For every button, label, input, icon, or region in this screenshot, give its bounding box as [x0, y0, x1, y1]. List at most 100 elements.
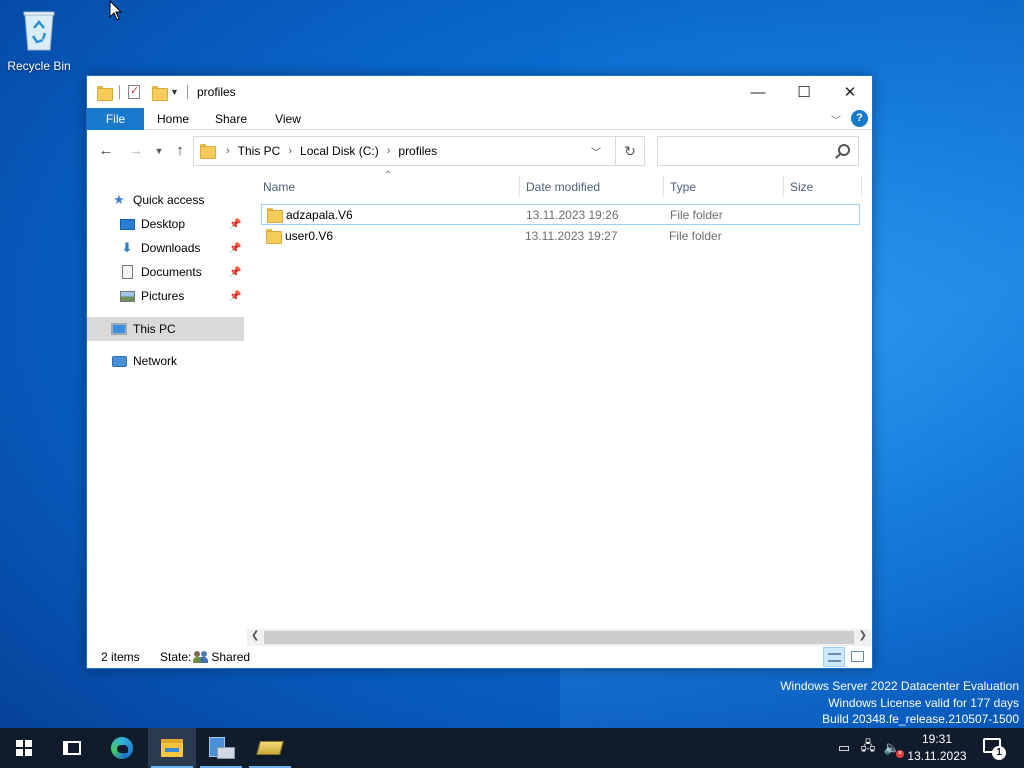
tab-share[interactable]: Share [213, 108, 249, 130]
sidebar-item-downloads[interactable]: ⬇ Downloads 📌 [119, 236, 244, 260]
scrollbar-thumb[interactable] [264, 631, 854, 644]
volume-muted-icon[interactable]: 🔈 [882, 728, 902, 768]
help-icon[interactable]: ? [851, 110, 868, 127]
sidebar-item-label: Network [133, 354, 178, 368]
folder-icon [267, 208, 283, 223]
notification-count-badge: 1 [992, 746, 1006, 760]
sidebar-item-this-pc[interactable]: This PC [111, 317, 176, 341]
document-icon [119, 264, 135, 280]
column-header-type[interactable]: Type [664, 176, 783, 198]
status-bar: 2 items State: Shared [87, 646, 872, 668]
desktop-icon [119, 216, 135, 232]
expand-ribbon-chevron-icon[interactable]: ﹀ [831, 112, 841, 127]
watermark-build: Build 20348.fe_release.210507-1500 [822, 712, 1019, 726]
server-manager-button[interactable] [197, 728, 245, 768]
large-icons-view-icon [851, 651, 864, 662]
breadcrumb-this-pc[interactable]: This PC [238, 144, 281, 158]
column-header-name[interactable]: Name [257, 176, 517, 198]
scroll-right-arrow-icon[interactable]: ❯ [859, 630, 867, 641]
file-date-modified: 13.11.2023 19:27 [525, 229, 618, 243]
pin-icon[interactable]: 📌 [229, 243, 241, 254]
network-status-icon[interactable]: 🖧 [858, 728, 878, 768]
task-view-icon [63, 741, 81, 755]
close-button[interactable]: ✕ [827, 76, 873, 108]
breadcrumb-local-disk[interactable]: Local Disk (C:) [300, 144, 379, 158]
refresh-icon[interactable]: ↻ [615, 136, 645, 166]
drive-app-button[interactable] [246, 728, 294, 768]
pictures-icon [119, 288, 135, 304]
column-header-size[interactable]: Size [784, 176, 860, 198]
system-clock[interactable]: 19:31 13.11.2023 [900, 731, 974, 765]
maximize-button[interactable]: ☐ [781, 76, 827, 108]
minimize-button[interactable]: — [735, 76, 781, 108]
file-list: ⌃ Name Date modified Type Size adzapala.… [247, 170, 871, 630]
address-bar[interactable]: › This PC › Local Disk (C:) › profiles ﹀ [193, 136, 645, 166]
computer-icon [111, 321, 127, 337]
new-folder-icon[interactable] [152, 85, 168, 101]
tab-home[interactable]: Home [155, 108, 191, 130]
column-divider[interactable] [861, 176, 862, 198]
table-row[interactable]: adzapala.V6 13.11.2023 19:26 File folder [261, 204, 860, 225]
properties-icon[interactable] [128, 84, 140, 99]
network-icon [111, 353, 127, 369]
file-name: adzapala.V6 [286, 208, 353, 222]
folder-icon [97, 85, 113, 101]
folder-icon [200, 144, 216, 159]
breadcrumb-profiles[interactable]: profiles [398, 144, 437, 158]
sidebar-item-label: Pictures [141, 289, 185, 303]
sidebar-item-pictures[interactable]: Pictures 📌 [119, 284, 244, 308]
file-type: File folder [669, 229, 722, 243]
customize-toolbar-dropdown-icon[interactable]: ▼ [170, 87, 179, 97]
edge-icon [111, 737, 133, 759]
window-title: profiles [197, 85, 236, 99]
mouse-cursor-icon [109, 0, 123, 21]
recycle-bin-desktop-icon[interactable]: Recycle Bin [4, 6, 74, 73]
search-icon [838, 144, 850, 156]
recent-locations-chevron-icon[interactable]: ▼ [149, 141, 169, 161]
title-bar[interactable]: ▼ profiles — ☐ ✕ [87, 76, 872, 108]
clock-time: 19:31 [921, 732, 953, 746]
file-type: File folder [670, 208, 723, 222]
sidebar-item-documents[interactable]: Documents 📌 [119, 260, 244, 284]
edge-button[interactable] [98, 728, 146, 768]
column-header-date-modified[interactable]: Date modified [520, 176, 663, 198]
pin-icon[interactable]: 📌 [229, 291, 241, 302]
breadcrumb-separator-icon[interactable]: › [387, 145, 391, 157]
sidebar-item-quick-access[interactable]: ★ Quick access [111, 188, 204, 212]
shared-users-icon [193, 650, 209, 664]
toolbar-divider [119, 85, 120, 99]
sidebar-item-network[interactable]: Network [111, 349, 177, 373]
file-explorer-button[interactable] [148, 728, 196, 768]
sidebar-item-desktop[interactable]: Desktop 📌 [119, 212, 244, 236]
large-icons-view-button[interactable] [847, 647, 869, 667]
scroll-left-arrow-icon[interactable]: ❮ [251, 630, 259, 641]
tab-view[interactable]: View [273, 108, 303, 130]
horizontal-scrollbar[interactable]: ❮ ❯ [247, 629, 871, 646]
breadcrumb-separator-icon[interactable]: › [288, 145, 292, 157]
clock-date: 13.11.2023 [907, 749, 967, 763]
tray-keyboard-icon[interactable]: ▭ [834, 728, 854, 768]
sidebar-item-label: This PC [133, 322, 176, 336]
address-dropdown-chevron-icon[interactable]: ﹀ [591, 144, 601, 159]
pin-icon[interactable]: 📌 [229, 267, 241, 278]
recycle-bin-icon [23, 11, 55, 51]
taskbar: ▭ 🖧 🔈 × 19:31 13.11.2023 1 [0, 728, 1024, 768]
navigation-bar: ← → ▼ ↑ › This PC › Local Disk (C:) › pr… [87, 134, 872, 168]
forward-arrow-icon[interactable]: → [126, 141, 146, 161]
details-view-icon [828, 653, 841, 662]
table-row[interactable]: user0.V6 13.11.2023 19:27 File folder [261, 226, 860, 247]
tab-file[interactable]: File [87, 108, 144, 130]
sidebar-item-label: Quick access [133, 193, 205, 207]
folder-icon [266, 229, 282, 244]
sidebar-item-label: Downloads [141, 241, 201, 255]
up-arrow-icon[interactable]: ↑ [170, 141, 190, 161]
toolbar-divider [186, 85, 188, 99]
pin-icon[interactable]: 📌 [229, 219, 241, 230]
navigation-pane: ★ Quick access Desktop 📌 ⬇ Downloads 📌 D… [87, 176, 244, 642]
task-view-button[interactable] [48, 728, 96, 768]
details-view-button[interactable] [823, 647, 845, 667]
start-button[interactable] [0, 728, 48, 768]
search-input[interactable] [657, 136, 859, 166]
back-arrow-icon[interactable]: ← [96, 141, 116, 161]
sidebar-item-label: Desktop [141, 217, 186, 231]
